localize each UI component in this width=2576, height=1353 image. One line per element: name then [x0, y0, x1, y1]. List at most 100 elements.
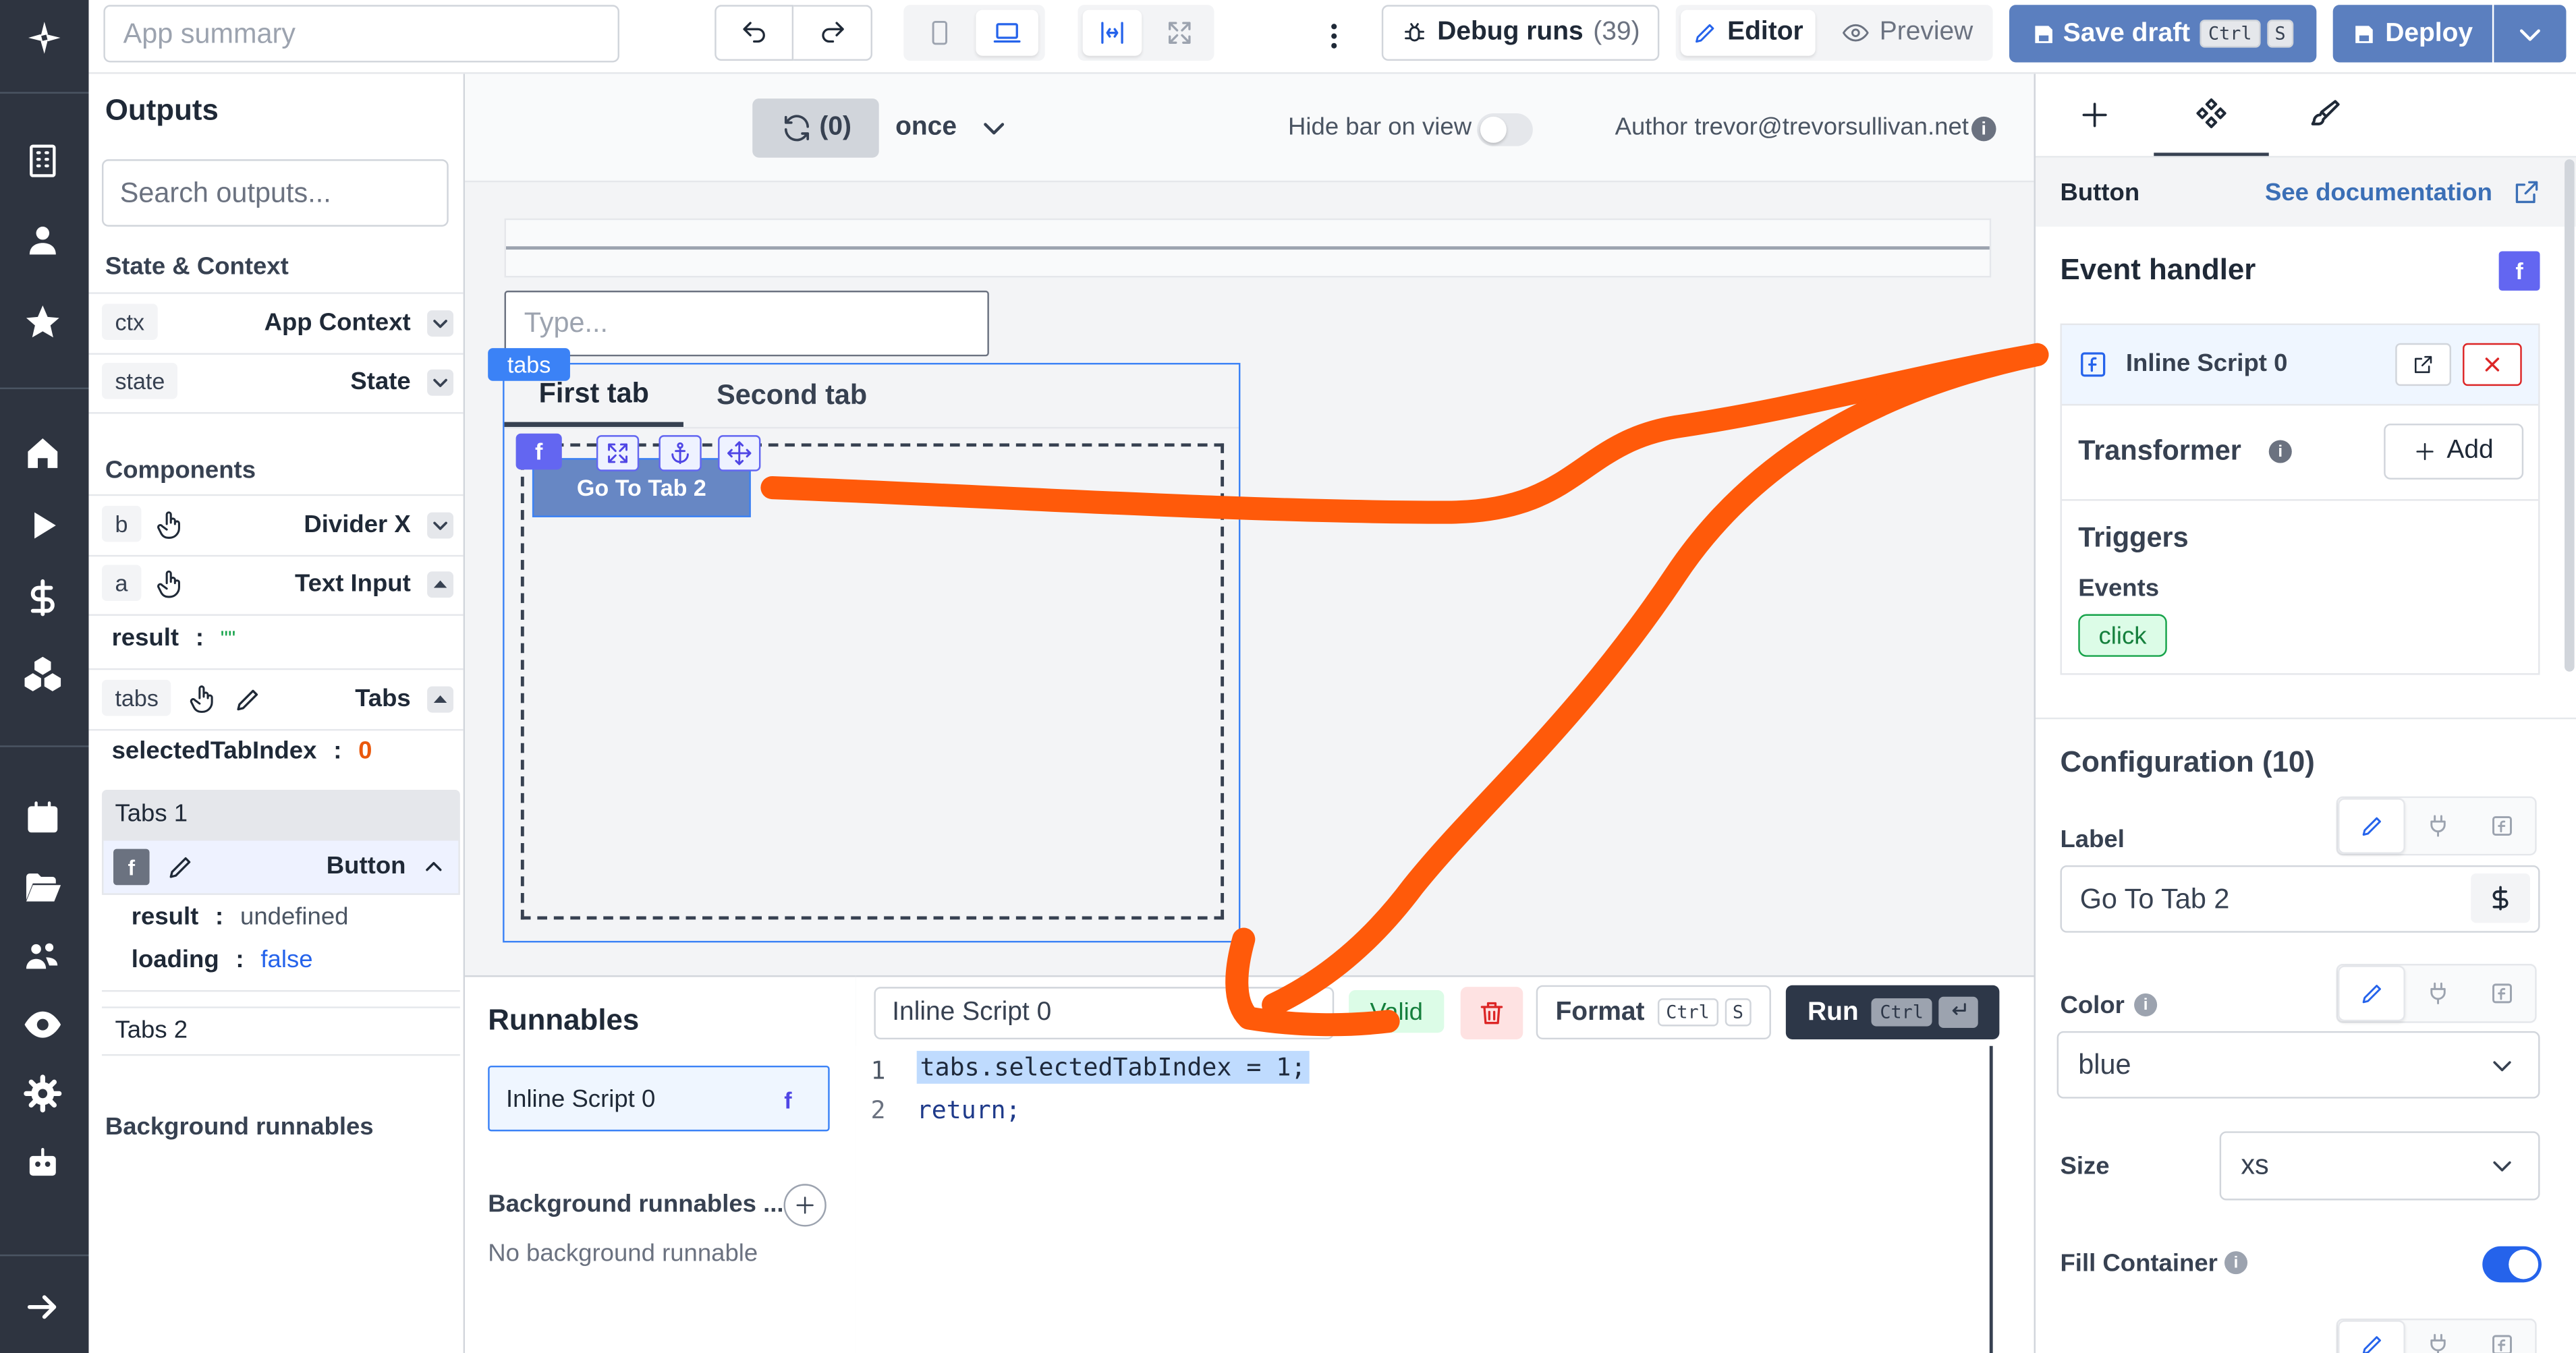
refresh-button[interactable]: (0)	[752, 98, 879, 158]
outputs-panel: Outputs Search outputs... State & Contex…	[88, 74, 466, 1353]
hand-pointer-icon[interactable]	[155, 509, 188, 542]
chevron-up-icon[interactable]	[422, 855, 445, 878]
windmill-logo-icon[interactable]	[23, 16, 65, 59]
editor-mode-button[interactable]: Editor	[1681, 9, 1816, 56]
connect-mode-button[interactable]	[2406, 798, 2471, 854]
label-input[interactable]: Go To Tab 2	[2060, 865, 2540, 933]
state-row[interactable]: state State	[88, 353, 464, 414]
remove-script-button[interactable]	[2463, 343, 2522, 386]
button-f-badge[interactable]: f	[515, 433, 562, 470]
undo-button[interactable]	[715, 5, 794, 61]
save-icon	[2034, 25, 2052, 42]
chevron-up-icon[interactable]	[427, 686, 454, 713]
expand-sidebar-arrow-icon[interactable]	[23, 1288, 62, 1327]
static-mode-button[interactable]	[2338, 798, 2406, 854]
text-input-component[interactable]: Type...	[504, 290, 989, 357]
eval-mode-button[interactable]	[2470, 1320, 2535, 1353]
divider-component[interactable]	[504, 218, 1992, 278]
chevron-down-icon[interactable]	[427, 512, 454, 539]
info-icon[interactable]: i	[2224, 1251, 2248, 1275]
deploy-options-button[interactable]	[2494, 5, 2567, 63]
desktop-view-button[interactable]	[976, 9, 1038, 56]
star-icon[interactable]	[23, 302, 62, 341]
ctx-row[interactable]: ctx App Context	[88, 292, 464, 355]
play-icon[interactable]	[23, 506, 62, 545]
component-b-row[interactable]: b Divider X	[88, 494, 464, 557]
info-icon[interactable]: i	[2134, 993, 2158, 1016]
tab-insert[interactable]	[2059, 87, 2131, 143]
redo-button[interactable]	[793, 5, 872, 61]
mobile-view-button[interactable]	[910, 10, 970, 56]
component-tabs-row[interactable]: tabs Tabs	[88, 668, 464, 731]
tabs-badge[interactable]: tabs	[488, 348, 570, 381]
refresh-interval-select[interactable]: once	[895, 98, 1027, 158]
app-summary-input[interactable]: App summary	[103, 5, 619, 63]
add-background-runnable-button[interactable]	[783, 1184, 827, 1227]
info-icon[interactable]: i	[1971, 116, 1996, 142]
tabs-2-header[interactable]: Tabs 2	[101, 1006, 460, 1056]
hand-pointer-icon[interactable]	[188, 683, 221, 716]
hide-bar-toggle[interactable]	[1477, 113, 1533, 146]
info-icon[interactable]: i	[2268, 440, 2292, 463]
debug-runs-button[interactable]: Debug runs (39)	[1381, 5, 1660, 61]
more-vertical-icon[interactable]	[1318, 18, 1351, 55]
static-mode-button[interactable]	[2338, 1320, 2406, 1353]
fill-container-toggle[interactable]	[2482, 1246, 2542, 1283]
add-transformer-button[interactable]: Add	[2384, 424, 2524, 480]
pencil-icon[interactable]	[166, 853, 196, 882]
chevron-up-icon[interactable]	[427, 571, 454, 598]
size-select[interactable]: xs	[2219, 1131, 2540, 1201]
settings-scrollbar[interactable]	[2565, 159, 2575, 672]
format-button[interactable]: Format Ctrl S	[1536, 985, 1771, 1040]
pencil-icon[interactable]	[233, 685, 263, 714]
calendar-icon[interactable]	[23, 798, 62, 837]
save-draft-button[interactable]: Save draft Ctrl S	[2009, 5, 2317, 63]
robot-icon[interactable]	[23, 1143, 62, 1182]
delete-script-button[interactable]	[1460, 987, 1523, 1040]
user-icon[interactable]	[23, 220, 62, 259]
users-cog-icon[interactable]	[23, 936, 62, 975]
dollar-template-button[interactable]	[2471, 873, 2530, 923]
editor-scrollbar[interactable]	[1989, 1045, 1993, 1353]
connect-mode-button[interactable]	[2406, 1320, 2471, 1353]
chevron-down-icon[interactable]	[427, 369, 454, 396]
search-outputs-input[interactable]: Search outputs...	[101, 159, 449, 227]
event-handler-f-badge[interactable]: f	[2498, 251, 2540, 291]
see-documentation-link[interactable]: See documentation	[2265, 179, 2492, 206]
building-icon[interactable]	[23, 141, 62, 180]
deploy-button[interactable]: Deploy	[2332, 5, 2492, 63]
tabs-1-header[interactable]: Tabs 1	[101, 789, 460, 840]
fixed-width-button[interactable]	[1082, 9, 1142, 56]
fill-component-button[interactable]	[596, 435, 640, 471]
runnable-inline-script-0[interactable]: Inline Script 0 f	[488, 1065, 830, 1132]
tab-styling[interactable]	[2289, 87, 2361, 143]
component-a-row[interactable]: a Text Input	[88, 555, 464, 616]
folder-open-icon[interactable]	[23, 867, 62, 906]
static-mode-button[interactable]	[2338, 965, 2406, 1022]
hand-pointer-icon[interactable]	[155, 568, 188, 601]
eval-mode-button[interactable]	[2470, 798, 2535, 854]
inline-script-row[interactable]: Inline Script 0	[2061, 325, 2539, 406]
button-output-row[interactable]: f Button	[101, 839, 460, 895]
script-name-input[interactable]: Inline Script 0	[874, 987, 1335, 1040]
tab-settings[interactable]	[2154, 74, 2269, 156]
eval-mode-button[interactable]	[2470, 965, 2535, 1021]
dollar-icon[interactable]	[23, 578, 62, 617]
code-editor[interactable]: 1 2 tabs.selectedTabIndex = 1; return;	[856, 1045, 1990, 1353]
align-center-width-icon	[1101, 22, 1123, 44]
color-select[interactable]: blue	[2056, 1031, 2540, 1099]
open-script-button[interactable]	[2395, 343, 2452, 386]
connect-mode-button[interactable]	[2406, 965, 2471, 1021]
anchor-button[interactable]	[659, 435, 702, 471]
gear-icon[interactable]	[23, 1074, 62, 1113]
preview-mode-button[interactable]: Preview	[1827, 10, 1988, 56]
cubes-icon[interactable]	[23, 654, 62, 693]
move-button[interactable]	[718, 435, 761, 471]
full-width-button[interactable]	[1150, 10, 1210, 56]
tab-second[interactable]: Second tab	[692, 364, 892, 427]
home-icon[interactable]	[23, 434, 62, 473]
eye-icon[interactable]	[23, 1005, 62, 1044]
external-link-icon[interactable]	[2512, 177, 2542, 207]
chevron-down-icon[interactable]	[427, 310, 454, 337]
run-button[interactable]: Run Ctrl	[1785, 985, 2000, 1040]
